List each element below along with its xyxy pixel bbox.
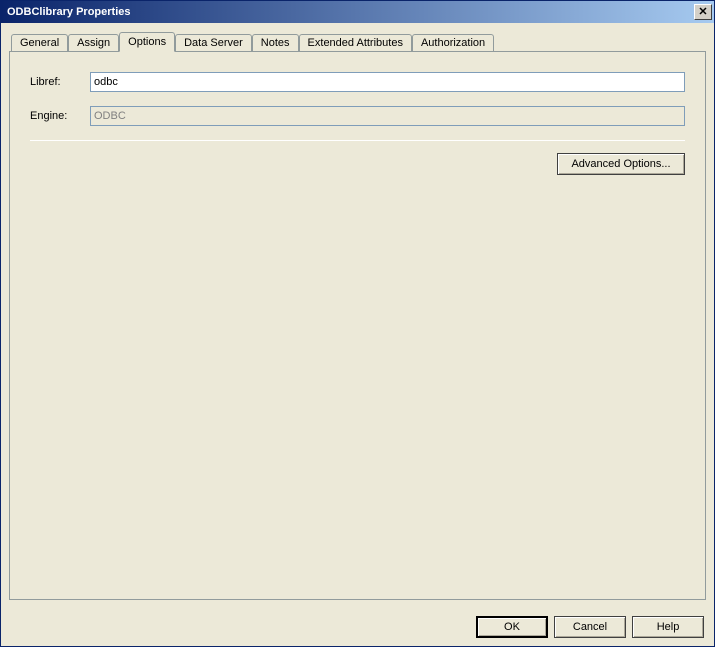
engine-input [90, 106, 685, 126]
engine-row: Engine: [30, 106, 685, 126]
libref-input[interactable] [90, 72, 685, 92]
tab-assign[interactable]: Assign [68, 34, 119, 51]
tab-notes[interactable]: Notes [252, 34, 299, 51]
titlebar: ODBClibrary Properties ✕ [1, 1, 714, 23]
engine-label: Engine: [30, 110, 90, 122]
ok-button[interactable]: OK [476, 616, 548, 638]
libref-label: Libref: [30, 76, 90, 88]
separator [30, 140, 685, 141]
close-icon: ✕ [698, 7, 707, 18]
cancel-button[interactable]: Cancel [554, 616, 626, 638]
advanced-row: Advanced Options... [30, 153, 685, 175]
tab-authorization[interactable]: Authorization [412, 34, 494, 51]
tabstrip: General Assign Options Data Server Notes… [9, 31, 706, 51]
close-button[interactable]: ✕ [694, 4, 712, 20]
libref-row: Libref: [30, 72, 685, 92]
help-button[interactable]: Help [632, 616, 704, 638]
client-area: General Assign Options Data Server Notes… [1, 23, 714, 608]
tab-panel-options: Libref: Engine: Advanced Options... [9, 51, 706, 600]
advanced-options-button[interactable]: Advanced Options... [557, 153, 685, 175]
tab-extended-attributes[interactable]: Extended Attributes [299, 34, 412, 51]
window-title: ODBClibrary Properties [7, 6, 694, 18]
dialog-window: ODBClibrary Properties ✕ General Assign … [0, 0, 715, 647]
tab-general[interactable]: General [11, 34, 68, 51]
tab-data-server[interactable]: Data Server [175, 34, 252, 51]
button-bar: OK Cancel Help [1, 608, 714, 646]
tab-options[interactable]: Options [119, 32, 175, 52]
